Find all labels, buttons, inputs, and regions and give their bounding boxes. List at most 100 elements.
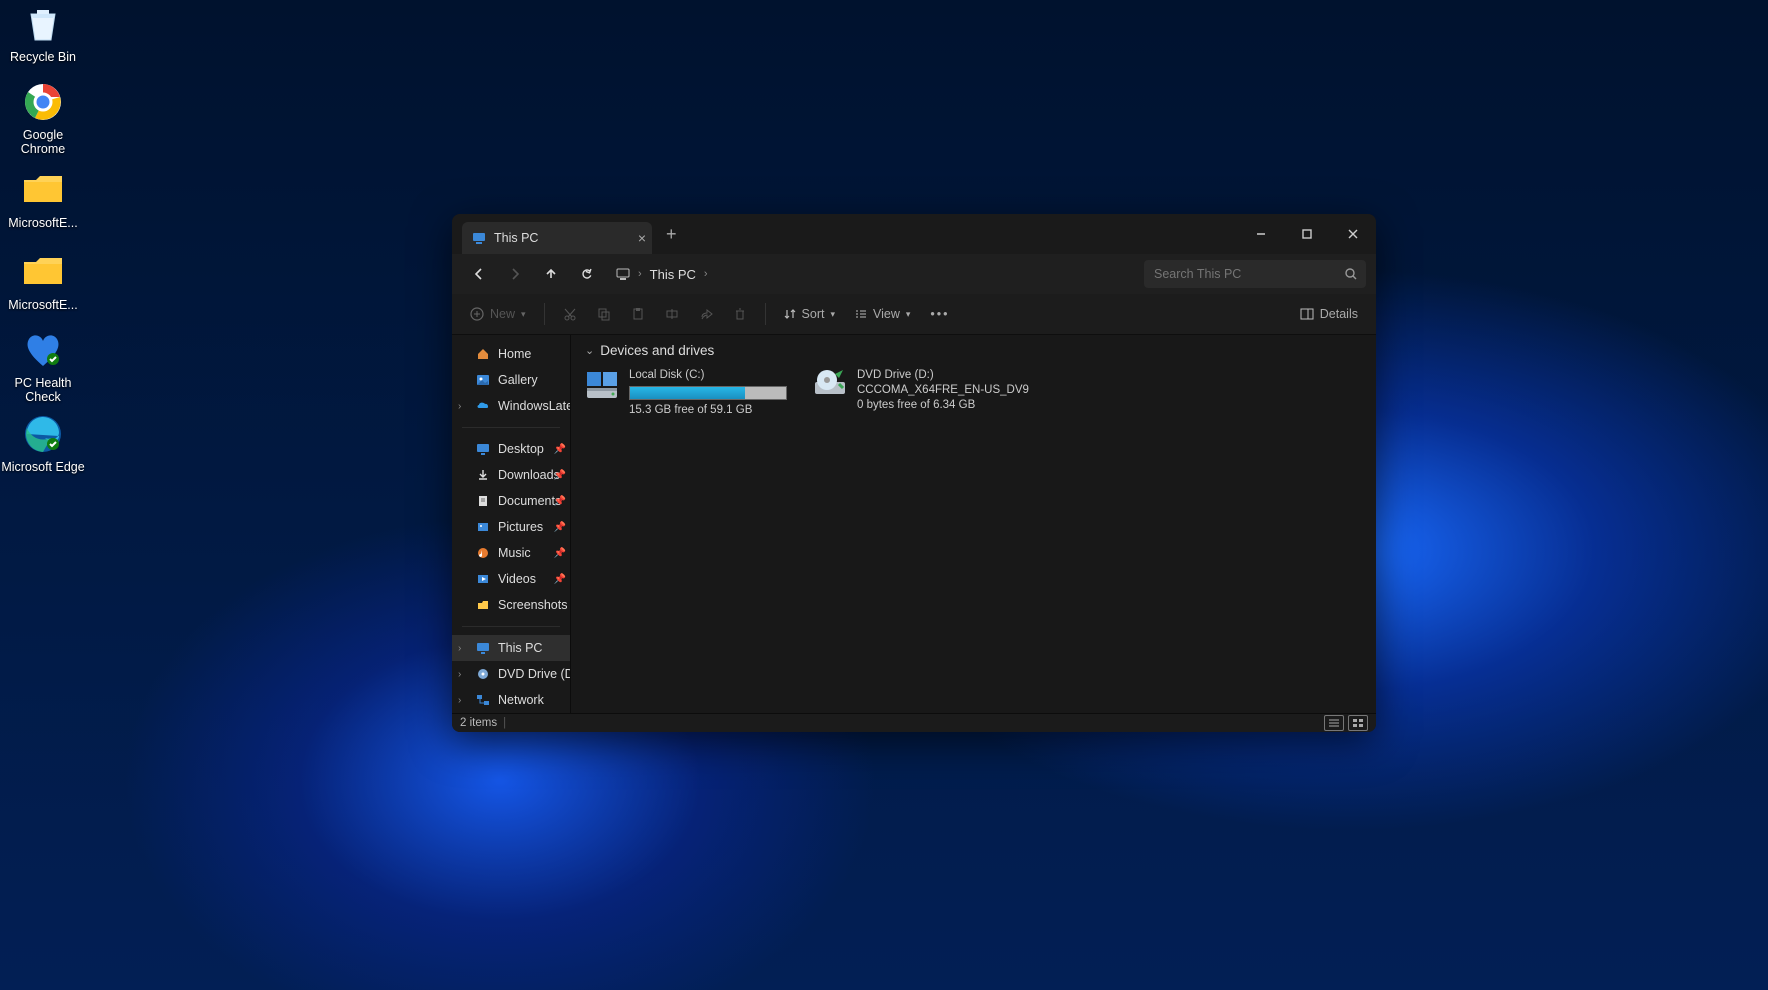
search-icon	[1344, 267, 1358, 281]
delete-icon	[733, 307, 747, 321]
drive-volume-label: CCCOMA_X64FRE_EN-US_DV9	[857, 383, 1029, 398]
sidebar-item-this-pc[interactable]: › This PC	[452, 635, 570, 661]
chevron-right-icon: ›	[458, 669, 461, 680]
desktop-icon-folder-2[interactable]: MicrosoftE...	[0, 250, 86, 312]
sidebar-item-label: Videos	[498, 572, 536, 586]
dvd-icon	[476, 667, 490, 681]
share-icon	[699, 307, 713, 321]
drive-dvd-d[interactable]: DVD Drive (D:) CCCOMA_X64FRE_EN-US_DV9 0…	[813, 368, 1043, 418]
new-label: New	[490, 307, 515, 321]
view-details-button[interactable]	[1324, 715, 1344, 731]
refresh-button[interactable]	[570, 259, 604, 289]
nav-bar: › This PC ›	[452, 254, 1376, 294]
cut-button[interactable]	[555, 299, 585, 329]
sidebar-item-music[interactable]: Music 📌	[452, 540, 570, 566]
details-button[interactable]: Details	[1292, 299, 1366, 329]
paste-icon	[631, 307, 645, 321]
sidebar-item-desktop[interactable]: Desktop 📌	[452, 436, 570, 462]
sidebar-divider	[462, 427, 560, 428]
sidebar-item-network[interactable]: › Network	[452, 687, 570, 713]
chevron-right-icon: ›	[458, 643, 461, 654]
sidebar: Home Gallery › WindowsLatest Desktop 📌	[452, 335, 571, 715]
view-label: View	[873, 307, 900, 321]
minimize-button[interactable]	[1238, 218, 1284, 250]
gallery-icon	[476, 373, 490, 387]
sidebar-item-videos[interactable]: Videos 📌	[452, 566, 570, 592]
toolbar: New ▾ Sort ▾ View ▾ •••	[452, 294, 1376, 335]
drive-name: Local Disk (C:)	[629, 368, 787, 383]
breadcrumb-separator: ›	[636, 268, 644, 280]
more-button[interactable]: •••	[922, 299, 957, 329]
sidebar-item-downloads[interactable]: Downloads 📌	[452, 462, 570, 488]
desktop-icon-edge[interactable]: Microsoft Edge	[0, 412, 86, 474]
desktop-icon-chrome[interactable]: Google Chrome	[0, 80, 86, 156]
network-icon	[476, 693, 490, 707]
music-icon	[476, 546, 490, 560]
desktop-icon-folder-1[interactable]: MicrosoftE...	[0, 168, 86, 230]
rename-button[interactable]	[657, 299, 687, 329]
sidebar-item-dvd[interactable]: › DVD Drive (D:) C	[452, 661, 570, 687]
drive-local-disk-c[interactable]: Local Disk (C:) 15.3 GB free of 59.1 GB	[585, 368, 785, 418]
search-input[interactable]	[1152, 266, 1336, 282]
new-tab-button[interactable]: +	[666, 224, 677, 245]
maximize-button[interactable]	[1284, 218, 1330, 250]
tab-this-pc[interactable]: This PC ×	[462, 222, 652, 254]
pin-icon: 📌	[554, 496, 566, 507]
forward-button[interactable]	[498, 259, 532, 289]
delete-button[interactable]	[725, 299, 755, 329]
sidebar-item-label: Desktop	[498, 442, 544, 456]
paste-button[interactable]	[623, 299, 653, 329]
status-item-count: 2 items	[460, 717, 497, 729]
pc-icon	[610, 259, 636, 289]
rename-icon	[665, 307, 679, 321]
plus-circle-icon	[470, 307, 484, 321]
sidebar-item-label: Screenshots	[498, 598, 567, 612]
new-button[interactable]: New ▾	[462, 299, 534, 329]
sidebar-item-screenshots[interactable]: Screenshots	[452, 592, 570, 618]
desktop-icon-label: MicrosoftE...	[0, 298, 86, 312]
sidebar-divider	[462, 626, 560, 627]
desktop-icon-pc-health[interactable]: PC Health Check	[0, 328, 86, 404]
up-button[interactable]	[534, 259, 568, 289]
search-box[interactable]	[1144, 260, 1366, 288]
view-button[interactable]: View ▾	[847, 299, 918, 329]
desktop[interactable]: Recycle Bin Google Chrome MicrosoftE... …	[0, 0, 1768, 990]
videos-icon	[476, 572, 490, 586]
hdd-icon	[585, 368, 619, 402]
status-bar: 2 items |	[452, 713, 1376, 732]
view-large-icons-button[interactable]	[1348, 715, 1368, 731]
sidebar-item-label: Network	[498, 693, 544, 707]
section-title: Devices and drives	[600, 343, 714, 358]
sidebar-item-label: Gallery	[498, 373, 538, 387]
heart-icon	[21, 328, 65, 372]
close-button[interactable]	[1330, 218, 1376, 250]
home-icon	[476, 347, 490, 361]
copy-icon	[597, 307, 611, 321]
content-area[interactable]: ⌄ Devices and drives Local Disk (C:) 15.…	[571, 335, 1376, 715]
view-icon	[855, 308, 867, 320]
sidebar-item-onedrive[interactable]: › WindowsLatest	[452, 393, 570, 419]
sidebar-item-gallery[interactable]: Gallery	[452, 367, 570, 393]
sidebar-item-label: This PC	[498, 641, 542, 655]
tab-close-button[interactable]: ×	[638, 230, 646, 246]
breadcrumb-separator[interactable]: ›	[702, 268, 710, 280]
address-bar[interactable]: › This PC ›	[610, 259, 1142, 289]
sidebar-item-pictures[interactable]: Pictures 📌	[452, 514, 570, 540]
sidebar-item-documents[interactable]: Documents 📌	[452, 488, 570, 514]
titlebar[interactable]: This PC × +	[452, 214, 1376, 254]
section-header[interactable]: ⌄ Devices and drives	[585, 343, 1362, 358]
breadcrumb-this-pc[interactable]: This PC	[644, 267, 702, 282]
sidebar-item-home[interactable]: Home	[452, 341, 570, 367]
chrome-icon	[21, 80, 65, 124]
drive-name: DVD Drive (D:)	[857, 368, 1029, 383]
desktop-icon-label: Google Chrome	[0, 128, 86, 156]
back-button[interactable]	[462, 259, 496, 289]
sidebar-item-label: Home	[498, 347, 531, 361]
sort-button[interactable]: Sort ▾	[776, 299, 843, 329]
share-button[interactable]	[691, 299, 721, 329]
desktop-icon-recycle-bin[interactable]: Recycle Bin	[0, 2, 86, 64]
folder-icon	[21, 168, 65, 212]
dvd-drive-icon	[813, 368, 847, 402]
copy-button[interactable]	[589, 299, 619, 329]
pc-icon	[476, 641, 490, 655]
